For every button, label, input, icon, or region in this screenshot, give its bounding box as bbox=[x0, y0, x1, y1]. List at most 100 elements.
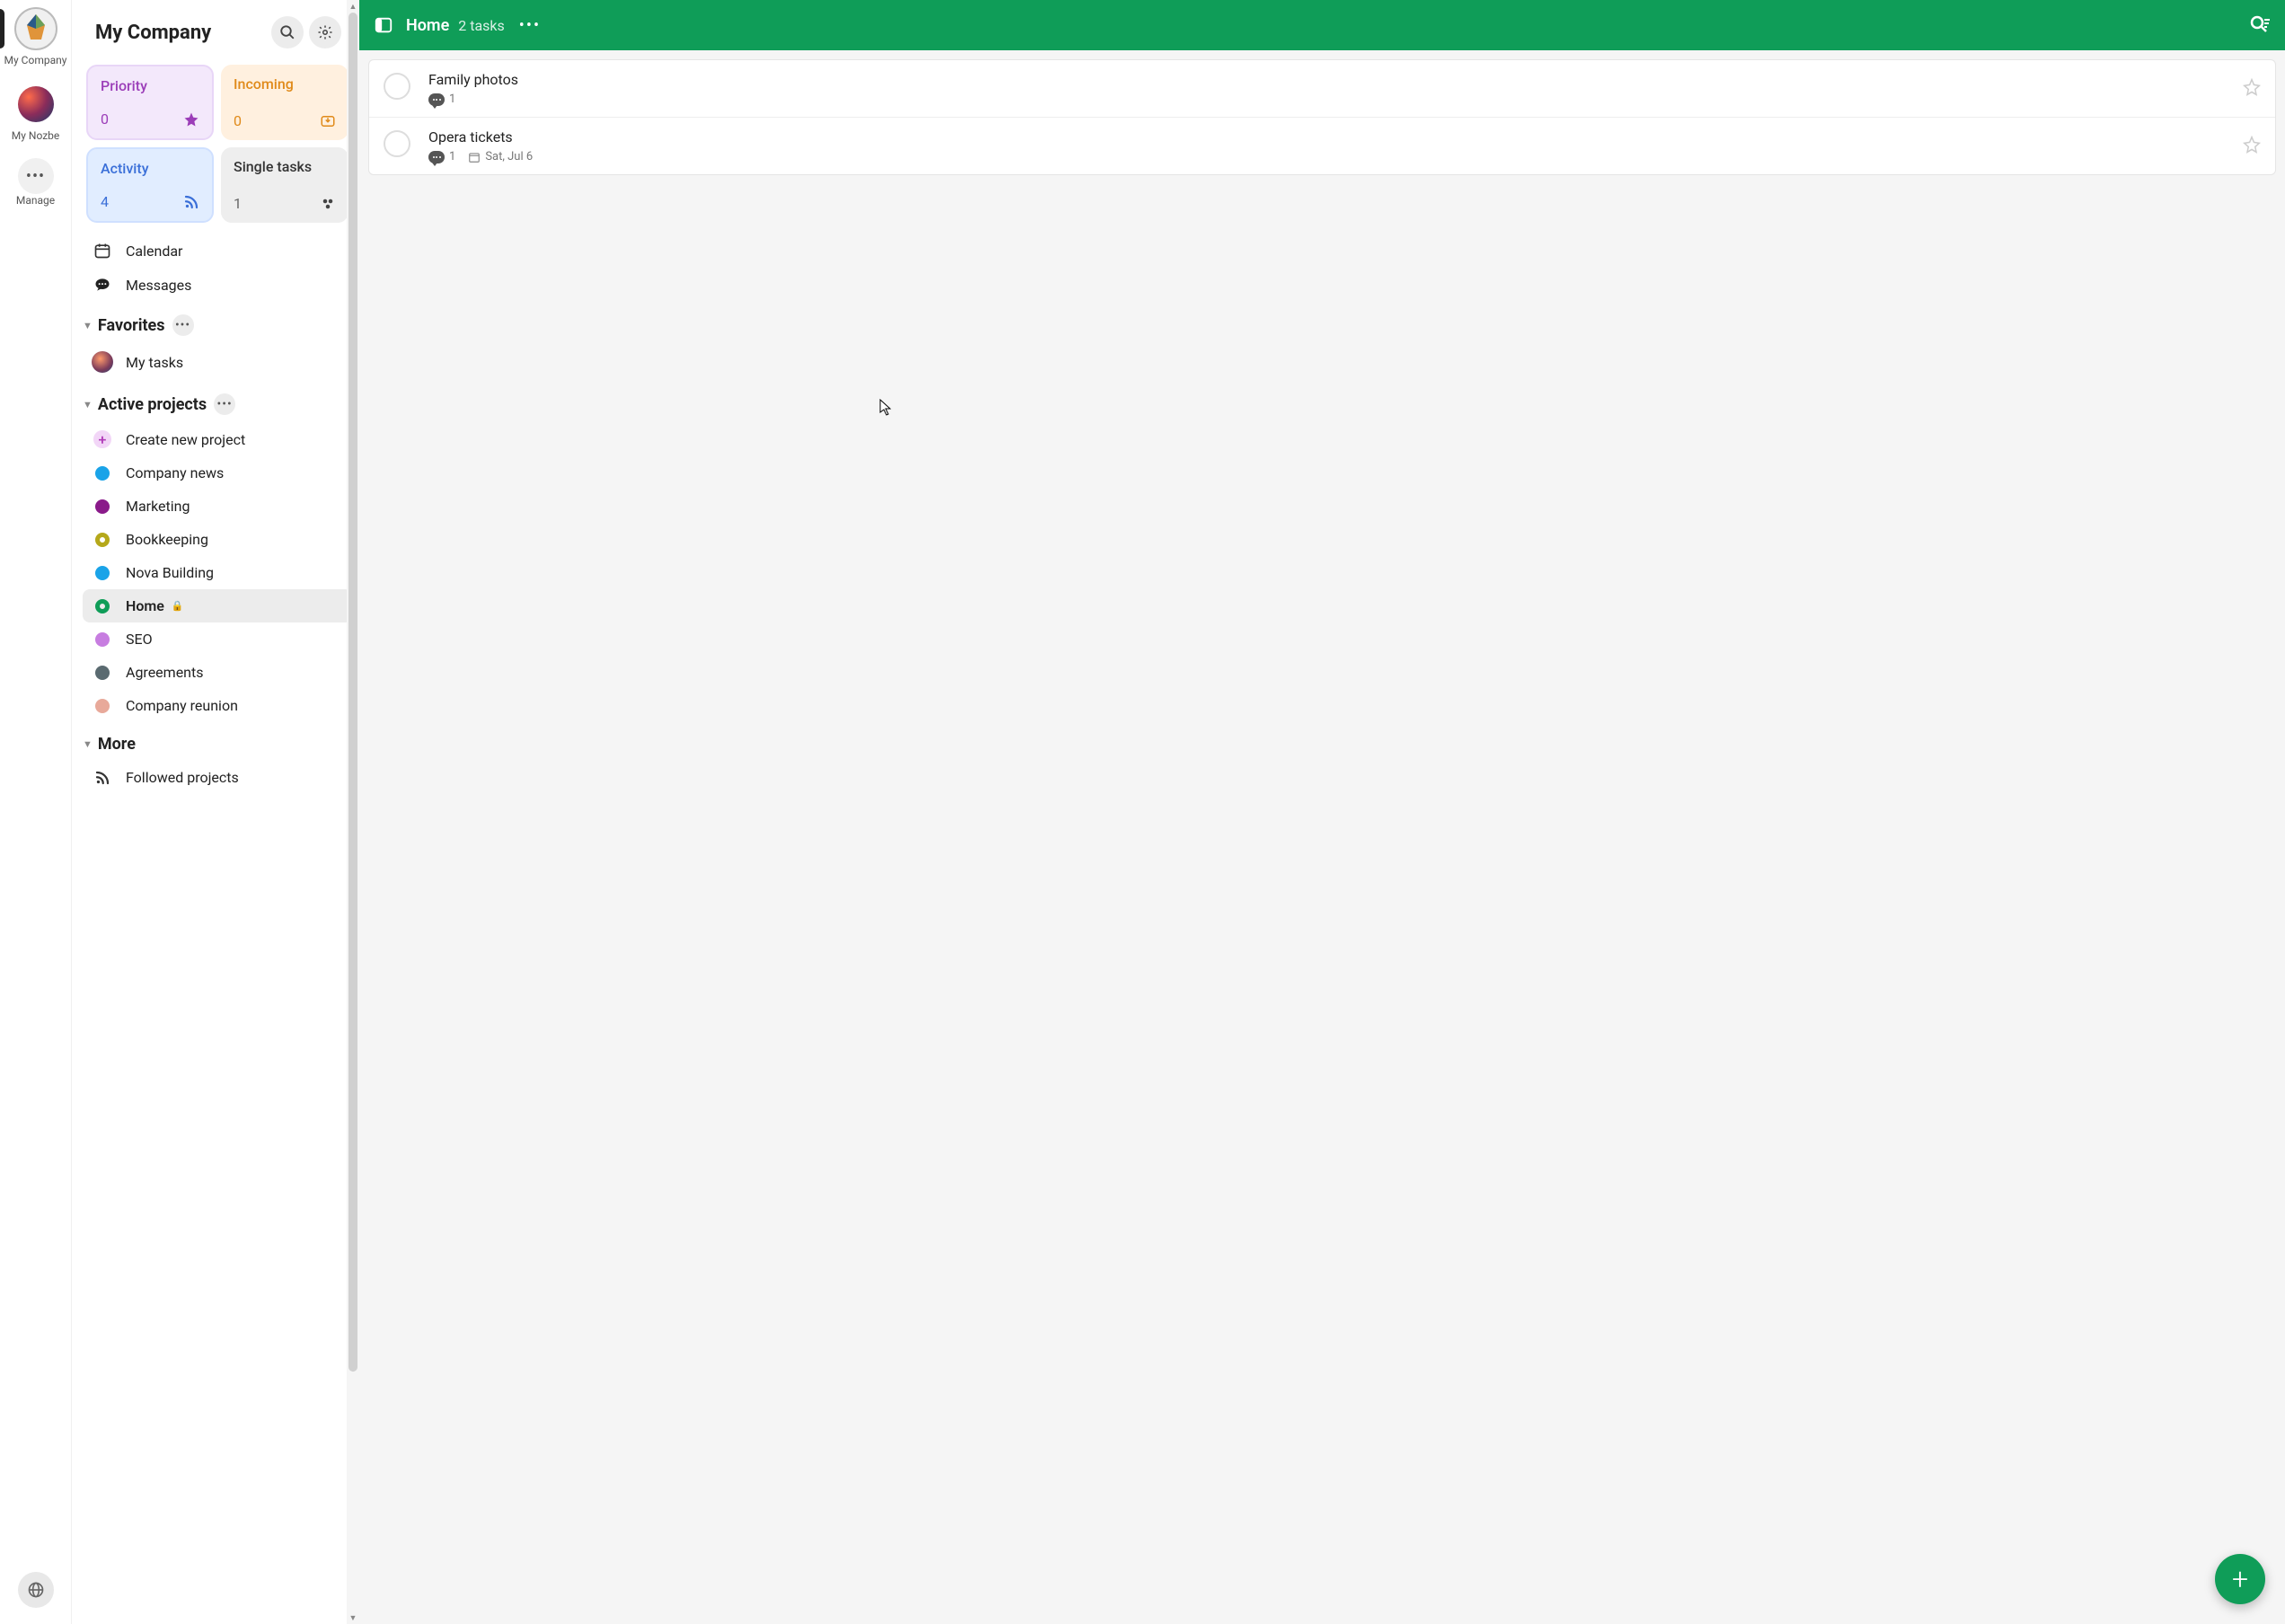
main-panel: Home 2 tasks ••• Family photos1Opera tic… bbox=[359, 0, 2285, 1624]
create-project-button[interactable]: + Create new project bbox=[83, 422, 352, 456]
section-favorites[interactable]: ▼ Favorites ••• bbox=[83, 302, 352, 343]
project-color-dot bbox=[95, 466, 110, 481]
card-title: Single tasks bbox=[234, 158, 336, 175]
settings-button[interactable] bbox=[309, 16, 341, 49]
section-more[interactable]: ▼ More bbox=[83, 722, 352, 761]
task-title: Family photos bbox=[428, 71, 2243, 88]
star-icon bbox=[183, 111, 199, 128]
calendar-icon bbox=[92, 242, 113, 260]
project-label: Agreements bbox=[126, 664, 204, 681]
dots-cluster-icon bbox=[320, 196, 336, 212]
project-more-button[interactable]: ••• bbox=[519, 16, 541, 35]
star-outline-icon bbox=[2243, 136, 2261, 154]
chevron-down-icon: ▼ bbox=[83, 320, 93, 331]
project-color-dot bbox=[95, 699, 110, 713]
nav-calendar[interactable]: Calendar bbox=[83, 234, 352, 268]
overview-cards: Priority 0 Incoming 0 Activity 4 bbox=[83, 65, 352, 223]
project-color-dot bbox=[95, 533, 110, 547]
section-title: More bbox=[98, 735, 136, 754]
project-label: Company reunion bbox=[126, 697, 238, 714]
left-rail: My Company My Nozbe ••• Manage bbox=[0, 0, 72, 1624]
workspace-label-nozbe: My Nozbe bbox=[12, 129, 60, 142]
lock-icon: 🔒 bbox=[172, 600, 184, 612]
search-filter-icon bbox=[2249, 14, 2271, 36]
project-item[interactable]: Nova Building bbox=[83, 556, 352, 589]
scroll-down-arrow[interactable]: ▼ bbox=[347, 1611, 359, 1624]
rss-icon bbox=[183, 194, 199, 210]
project-topbar: Home 2 tasks ••• bbox=[359, 0, 2285, 50]
card-single-tasks[interactable]: Single tasks 1 bbox=[221, 147, 348, 223]
nav-label: Messages bbox=[126, 277, 191, 294]
project-item[interactable]: Marketing bbox=[83, 490, 352, 523]
card-incoming[interactable]: Incoming 0 bbox=[221, 65, 348, 140]
search-button[interactable] bbox=[271, 16, 304, 49]
project-color-dot bbox=[95, 566, 110, 580]
card-count: 0 bbox=[234, 112, 242, 129]
workspace-switch-company[interactable] bbox=[14, 7, 57, 50]
task-checkbox[interactable] bbox=[384, 73, 410, 100]
nav-label: Create new project bbox=[126, 431, 245, 448]
card-title: Incoming bbox=[234, 75, 336, 93]
workspace-switch-nozbe[interactable] bbox=[14, 83, 57, 126]
project-color-dot bbox=[95, 499, 110, 514]
project-item[interactable]: Home 🔒 bbox=[83, 589, 352, 622]
nav-followed-projects[interactable]: Followed projects bbox=[83, 761, 352, 794]
project-label: Home bbox=[126, 597, 164, 614]
search-icon bbox=[279, 24, 296, 40]
section-active-projects[interactable]: ▼ Active projects ••• bbox=[83, 381, 352, 422]
workspace-title: My Company bbox=[95, 22, 266, 44]
task-row[interactable]: Opera tickets 1 Sat, Jul 6 bbox=[369, 118, 2275, 174]
chevron-down-icon: ▼ bbox=[83, 399, 93, 410]
projects-more-button[interactable]: ••• bbox=[214, 393, 235, 415]
project-label: Nova Building bbox=[126, 564, 214, 581]
gear-icon bbox=[317, 24, 333, 40]
chevron-down-icon: ▼ bbox=[83, 738, 93, 750]
globe-button[interactable] bbox=[18, 1572, 54, 1608]
task-comments: 1 bbox=[428, 150, 455, 163]
project-color-dot bbox=[95, 599, 110, 613]
task-title: Opera tickets bbox=[428, 128, 2243, 146]
calendar-icon bbox=[468, 151, 481, 163]
card-count: 1 bbox=[234, 195, 242, 212]
project-item[interactable]: SEO bbox=[83, 622, 352, 656]
project-label: Marketing bbox=[126, 498, 190, 515]
sidebar-header: My Company bbox=[83, 0, 352, 65]
project-label: SEO bbox=[126, 631, 153, 648]
add-task-fab[interactable]: + bbox=[2215, 1554, 2265, 1604]
task-star-button[interactable] bbox=[2243, 136, 2261, 157]
section-title: Active projects bbox=[98, 395, 207, 414]
project-label: Bookkeeping bbox=[126, 531, 208, 548]
sidebar-toggle-button[interactable] bbox=[374, 15, 393, 35]
workspace-label-company: My Company bbox=[4, 54, 67, 66]
project-item[interactable]: Company news bbox=[83, 456, 352, 490]
scroll-up-arrow[interactable]: ▲ bbox=[347, 0, 359, 13]
comment-icon bbox=[428, 151, 445, 163]
plus-icon: + bbox=[2232, 1565, 2248, 1593]
task-star-button[interactable] bbox=[2243, 78, 2261, 100]
card-count: 4 bbox=[101, 193, 109, 210]
task-checkbox[interactable] bbox=[384, 130, 410, 157]
favorites-more-button[interactable]: ••• bbox=[172, 314, 194, 336]
plus-icon: + bbox=[93, 430, 111, 448]
project-item[interactable]: Company reunion bbox=[83, 689, 352, 722]
project-item[interactable]: Agreements bbox=[83, 656, 352, 689]
favorite-my-tasks[interactable]: My tasks bbox=[83, 343, 352, 381]
task-date: Sat, Jul 6 bbox=[468, 150, 533, 163]
task-row[interactable]: Family photos1 bbox=[369, 60, 2275, 118]
sidebar-toggle-icon bbox=[374, 15, 393, 35]
project-label: Company news bbox=[126, 464, 224, 481]
globe-icon bbox=[27, 1581, 45, 1599]
avatar bbox=[92, 351, 113, 373]
manage-workspaces-button[interactable]: ••• bbox=[18, 158, 54, 194]
messages-icon bbox=[92, 276, 113, 294]
nav-messages[interactable]: Messages bbox=[83, 268, 352, 302]
filter-button[interactable] bbox=[2249, 14, 2271, 36]
project-item[interactable]: Bookkeeping bbox=[83, 523, 352, 556]
card-activity[interactable]: Activity 4 bbox=[86, 147, 214, 223]
card-priority[interactable]: Priority 0 bbox=[86, 65, 214, 140]
nav-label: My tasks bbox=[126, 354, 183, 371]
comment-icon bbox=[428, 93, 445, 106]
cursor-icon bbox=[879, 399, 894, 417]
scrollbar-thumb[interactable] bbox=[348, 13, 357, 1372]
sidebar-scrollbar[interactable]: ▲ ▼ bbox=[347, 0, 359, 1624]
